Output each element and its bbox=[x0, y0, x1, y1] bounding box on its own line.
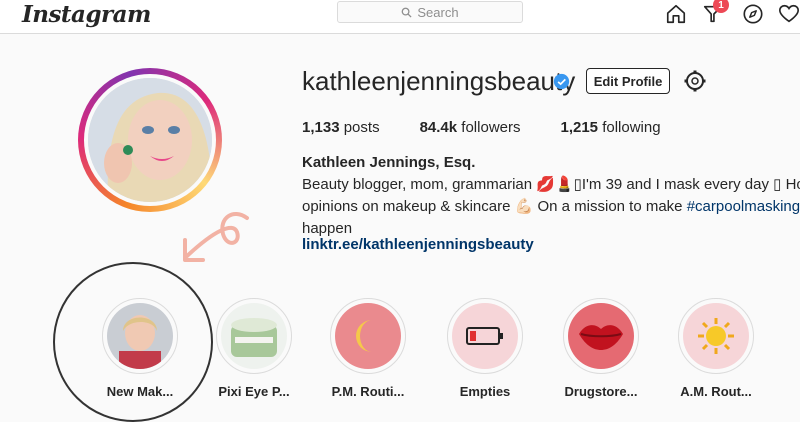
lips-icon bbox=[579, 325, 623, 350]
highlight-label: A.M. Rout... bbox=[680, 384, 752, 399]
highlight-ring bbox=[678, 298, 754, 374]
highlight-pixi-eye[interactable]: Pixi Eye P... bbox=[215, 298, 293, 399]
bio-line-2: opinions on makeup & skincare 💪🏻 On a mi… bbox=[302, 196, 800, 218]
following-count: 1,215 bbox=[560, 119, 599, 136]
edit-profile-button[interactable]: Edit Profile bbox=[586, 68, 670, 94]
highlight-empties[interactable]: Empties bbox=[446, 298, 524, 399]
highlight-drugstore[interactable]: Drugstore... bbox=[562, 298, 640, 399]
highlight-ring bbox=[216, 298, 292, 374]
profile-website-link[interactable]: linktr.ee/kathleenjenningsbeauty bbox=[302, 236, 534, 253]
highlight-new-makeup[interactable]: New Mak... bbox=[101, 298, 179, 399]
profile-stats: 1,133 posts 84.4k followers 1,215 follow… bbox=[302, 119, 701, 136]
highlight-ring bbox=[563, 298, 639, 374]
posts-stat: 1,133 posts bbox=[302, 119, 380, 136]
verified-badge-icon bbox=[553, 73, 570, 90]
heart-icon[interactable] bbox=[778, 3, 800, 25]
search-input[interactable]: Search bbox=[337, 1, 523, 23]
highlight-ring bbox=[447, 298, 523, 374]
highlight-label: P.M. Routi... bbox=[331, 384, 405, 399]
home-icon[interactable] bbox=[665, 3, 687, 25]
search-placeholder: Search bbox=[417, 4, 459, 20]
followers-stat[interactable]: 84.4k followers bbox=[420, 119, 521, 136]
highlight-label: Pixi Eye P... bbox=[218, 384, 290, 399]
following-label: following bbox=[602, 119, 661, 136]
avatar-portrait-icon bbox=[88, 78, 212, 202]
highlight-thumbnail bbox=[568, 303, 634, 369]
instagram-logo[interactable]: Instagram bbox=[22, 1, 151, 28]
highlight-thumbnail bbox=[107, 303, 173, 369]
highlight-thumbnail bbox=[683, 303, 749, 369]
gear-icon[interactable] bbox=[683, 69, 707, 93]
bio-line-2-text: opinions on makeup & skincare 💪🏻 On a mi… bbox=[302, 198, 687, 215]
explore-icon[interactable] bbox=[742, 3, 764, 25]
product-jar-icon bbox=[221, 303, 287, 369]
highlight-pm-routine[interactable]: P.M. Routi... bbox=[329, 298, 407, 399]
search-icon bbox=[402, 7, 412, 18]
highlight-thumbnail bbox=[452, 303, 518, 369]
posts-count: 1,133 bbox=[302, 119, 340, 136]
profile-full-name: Kathleen Jennings, Esq. bbox=[302, 154, 476, 171]
followers-count: 84.4k bbox=[419, 119, 458, 136]
highlight-ring bbox=[102, 298, 178, 374]
followers-label: followers bbox=[461, 119, 521, 136]
following-stat[interactable]: 1,215 following bbox=[560, 119, 660, 136]
posts-label: posts bbox=[343, 119, 380, 136]
highlight-ring bbox=[330, 298, 406, 374]
avatar[interactable] bbox=[84, 74, 216, 206]
portrait-thumbnail-icon bbox=[107, 303, 173, 369]
bio-hashtag-link[interactable]: #carpoolmasking bbox=[687, 198, 800, 215]
moon-icon bbox=[356, 320, 372, 352]
notification-badge: 1 bbox=[713, 0, 729, 13]
highlight-thumbnail bbox=[335, 303, 401, 369]
annotation-arrow-icon bbox=[183, 212, 249, 262]
highlight-thumbnail bbox=[221, 303, 287, 369]
highlight-label: Empties bbox=[459, 384, 511, 399]
low-battery-icon bbox=[466, 327, 503, 345]
bio-line-1: Beauty blogger, mom, grammarian 💋💄▯I'm 3… bbox=[302, 176, 800, 193]
highlight-label: Drugstore... bbox=[564, 384, 638, 399]
profile-username: kathleenjenningsbeauty bbox=[302, 66, 576, 96]
profile-bio: Beauty blogger, mom, grammarian 💋💄▯I'm 3… bbox=[302, 174, 800, 240]
top-navigation-bar: Instagram Search 1 bbox=[0, 0, 800, 34]
highlight-label: New Mak... bbox=[106, 384, 174, 399]
sun-icon bbox=[698, 318, 734, 354]
highlight-am-routine[interactable]: A.M. Rout... bbox=[677, 298, 755, 399]
